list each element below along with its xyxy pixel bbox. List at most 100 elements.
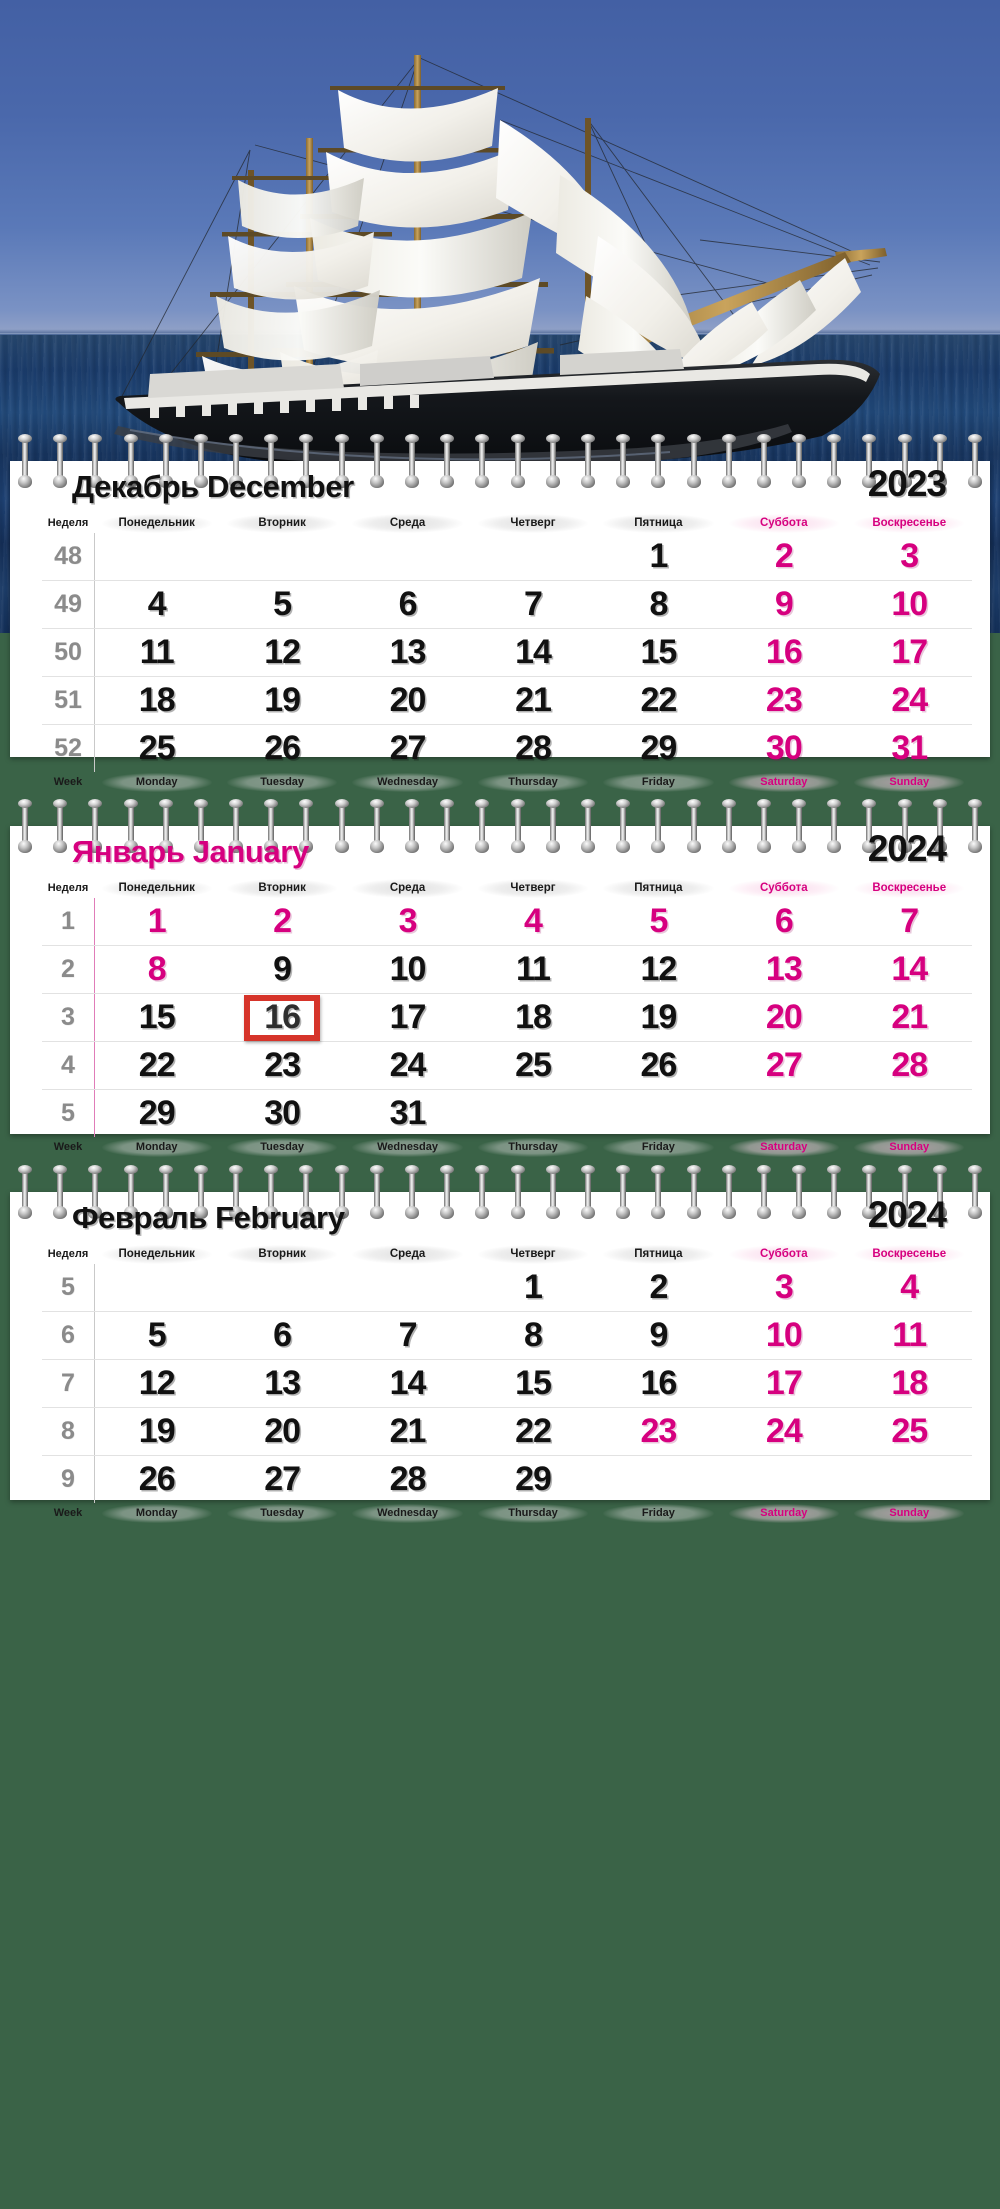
day-cell[interactable]: 18	[847, 1364, 972, 1403]
day-cell[interactable]: 22	[94, 1046, 219, 1085]
day-cell[interactable]: 14	[345, 1364, 470, 1403]
day-cell-empty	[345, 1268, 470, 1307]
day-cell[interactable]: 1	[470, 1268, 595, 1307]
day-cell[interactable]: 18	[94, 681, 219, 720]
day-cell[interactable]: 20	[721, 998, 846, 1037]
day-number	[403, 537, 411, 575]
day-cell[interactable]: 22	[596, 681, 721, 720]
day-cell[interactable]: 27	[219, 1460, 344, 1499]
day-cell[interactable]: 21	[345, 1412, 470, 1451]
day-cell[interactable]: 30	[219, 1094, 344, 1133]
day-cell[interactable]: 8	[94, 950, 219, 989]
day-cell[interactable]: 15	[94, 998, 219, 1037]
day-cell[interactable]: 18	[470, 998, 595, 1037]
day-cell[interactable]: 17	[721, 1364, 846, 1403]
day-cell[interactable]: 20	[345, 681, 470, 720]
day-number: 3	[774, 1268, 794, 1306]
day-cell[interactable]: 14	[470, 633, 595, 672]
day-cell[interactable]: 2	[721, 537, 846, 576]
day-cell[interactable]: 5	[219, 585, 344, 624]
day-cell[interactable]: 7	[345, 1316, 470, 1355]
day-cell[interactable]: 23	[721, 681, 846, 720]
day-cell[interactable]: 17	[847, 633, 972, 672]
day-cell[interactable]: 4	[94, 585, 219, 624]
day-cell[interactable]: 12	[219, 633, 344, 672]
day-cell[interactable]: 9	[219, 950, 344, 989]
day-cell[interactable]: 5	[596, 902, 721, 941]
day-cell[interactable]: 1	[94, 902, 219, 941]
day-cell[interactable]: 10	[847, 585, 972, 624]
day-cell[interactable]: 3	[847, 537, 972, 576]
day-cell[interactable]: 28	[345, 1460, 470, 1499]
day-cell[interactable]: 2	[596, 1268, 721, 1307]
day-cell[interactable]: 25	[94, 729, 219, 768]
day-cell[interactable]: 11	[847, 1316, 972, 1355]
day-cell[interactable]: 26	[219, 729, 344, 768]
day-cell[interactable]: 28	[847, 1046, 972, 1085]
day-cell[interactable]: 7	[847, 902, 972, 941]
day-cell[interactable]: 15	[470, 1364, 595, 1403]
day-cell[interactable]: 12	[94, 1364, 219, 1403]
day-cell[interactable]: 11	[470, 950, 595, 989]
day-cell[interactable]: 22	[470, 1412, 595, 1451]
day-number: 4	[147, 585, 167, 623]
day-cell[interactable]: 17	[345, 998, 470, 1037]
month-year-december: 2023	[867, 463, 947, 504]
day-cell[interactable]: 13	[345, 633, 470, 672]
day-cell[interactable]: 29	[596, 729, 721, 768]
day-cell[interactable]: 4	[470, 902, 595, 941]
day-cell[interactable]: 21	[847, 998, 972, 1037]
day-cell[interactable]: 13	[721, 950, 846, 989]
day-cell[interactable]: 27	[721, 1046, 846, 1085]
day-cell[interactable]: 6	[721, 902, 846, 941]
day-cell[interactable]: 9	[721, 585, 846, 624]
day-cell[interactable]: 1	[596, 537, 721, 576]
day-cell[interactable]: 23	[219, 1046, 344, 1085]
day-cell[interactable]: 10	[721, 1316, 846, 1355]
day-cell[interactable]: 26	[94, 1460, 219, 1499]
day-cell[interactable]: 11	[94, 633, 219, 672]
day-cell[interactable]: 26	[596, 1046, 721, 1085]
day-cell[interactable]: 6	[219, 1316, 344, 1355]
weekday-footer-en-february: Week Monday Tuesday Wednesday Thursday F…	[10, 1503, 990, 1523]
day-cell[interactable]: 28	[470, 729, 595, 768]
day-cell[interactable]: 13	[219, 1364, 344, 1403]
day-cell[interactable]: 4	[847, 1268, 972, 1307]
day-cell[interactable]: 3	[345, 902, 470, 941]
day-cell[interactable]: 25	[470, 1046, 595, 1085]
day-cell[interactable]: 19	[94, 1412, 219, 1451]
day-cell[interactable]: 24	[721, 1412, 846, 1451]
day-cell[interactable]: 8	[596, 585, 721, 624]
day-cell[interactable]: 25	[847, 1412, 972, 1451]
day-cell[interactable]: 24	[345, 1046, 470, 1085]
day-number: 21	[389, 1412, 427, 1450]
day-cell[interactable]: 31	[345, 1094, 470, 1133]
day-cell[interactable]: 16	[596, 1364, 721, 1403]
day-cell[interactable]: 9	[596, 1316, 721, 1355]
day-cell[interactable]: 19	[596, 998, 721, 1037]
day-cell[interactable]: 16	[721, 633, 846, 672]
day-cell[interactable]: 30	[721, 729, 846, 768]
day-cell[interactable]: 19	[219, 681, 344, 720]
day-cell[interactable]: 10	[345, 950, 470, 989]
day-cell-empty	[721, 1460, 846, 1499]
day-cell[interactable]: 29	[470, 1460, 595, 1499]
day-cell[interactable]: 5	[94, 1316, 219, 1355]
day-cell[interactable]: 7	[470, 585, 595, 624]
day-cell[interactable]: 12	[596, 950, 721, 989]
calendar-week-row: 49 4 5 6 7 8 9 10	[42, 581, 972, 629]
day-cell[interactable]: 31	[847, 729, 972, 768]
day-cell[interactable]: 21	[470, 681, 595, 720]
day-cell[interactable]: 24	[847, 681, 972, 720]
day-cell[interactable]: 20	[219, 1412, 344, 1451]
day-cell[interactable]: 8	[470, 1316, 595, 1355]
day-cell[interactable]: 16	[219, 994, 344, 1041]
day-cell[interactable]: 29	[94, 1094, 219, 1133]
day-cell[interactable]: 2	[219, 902, 344, 941]
day-cell[interactable]: 27	[345, 729, 470, 768]
day-cell[interactable]: 14	[847, 950, 972, 989]
day-cell[interactable]: 15	[596, 633, 721, 672]
day-cell[interactable]: 3	[721, 1268, 846, 1307]
day-cell[interactable]: 23	[596, 1412, 721, 1451]
day-cell[interactable]: 6	[345, 585, 470, 624]
